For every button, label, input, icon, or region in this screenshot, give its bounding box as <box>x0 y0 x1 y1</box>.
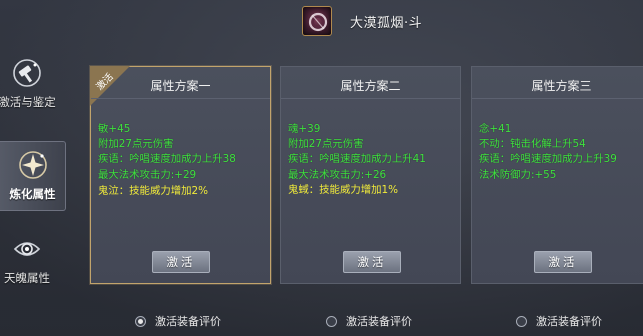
sidebar-item-label: 激活与鉴定 <box>0 95 56 109</box>
attribute-line: 念+41 <box>479 123 512 135</box>
activate-rating-radio-3[interactable]: 激活装备评价 <box>516 313 602 329</box>
activate-rating-radio-1[interactable]: 激活装备评价 <box>135 313 221 329</box>
item-title: 大漠孤烟·斗 <box>350 16 423 31</box>
card-divider <box>472 98 643 99</box>
special-attribute: 鬼蜮：技能威力增加1% <box>288 184 398 196</box>
sidebar-item-refine-attributes[interactable]: 炼化属性 <box>0 141 66 211</box>
attribute-line: 疾语：吟唱速度加成力上升41 <box>288 153 426 166</box>
attribute-list: 魂+39 附加27点元伤害 疾语：吟唱速度加成力上升41 最大法术攻击力:+26 <box>288 122 458 183</box>
card-divider <box>281 98 460 99</box>
attribute-line: 疾语：吟唱速度加成力上升38 <box>98 153 236 166</box>
hammer-icon <box>10 56 44 90</box>
sidebar-item-soul-attributes[interactable]: 天魄属性 <box>0 226 60 296</box>
special-attribute: 鬼泣：技能威力增加2% <box>98 185 208 197</box>
attribute-plan-card-3[interactable]: 属性方案三 念+41 不动：钝击化解上升54 疾语：吟唱速度加成力上升39 法术… <box>471 66 643 284</box>
attribute-plan-card-1[interactable]: 激活 属性方案一 敏+45 附加27点元伤害 疾语：吟唱速度加成力上升38 最大… <box>90 66 271 284</box>
item-header: 大漠孤烟·斗 <box>0 0 643 44</box>
attribute-line: 敏+45 <box>98 123 131 135</box>
attribute-line: 法术防御力:+55 <box>479 168 557 181</box>
attribute-line: 疾语：吟唱速度加成力上升39 <box>479 153 617 166</box>
card-title: 属性方案三 <box>531 79 592 93</box>
attribute-line: 魂+39 <box>288 123 321 135</box>
attribute-line: 最大法术攻击力:+29 <box>98 168 197 181</box>
radio-dot[interactable] <box>135 315 146 327</box>
sidebar-item-label: 炼化属性 <box>9 187 56 201</box>
spirit-eye-icon <box>10 232 44 266</box>
activate-button[interactable]: 激活 <box>534 251 592 273</box>
radio-dot[interactable] <box>516 315 527 327</box>
dark-ring-icon[interactable] <box>302 6 332 36</box>
attribute-line: 附加27点元伤害 <box>98 138 174 151</box>
card-title: 属性方案二 <box>340 79 401 93</box>
activate-button[interactable]: 激活 <box>343 251 401 273</box>
attribute-line: 附加27点元伤害 <box>288 138 364 151</box>
sidebar-item-label: 天魄属性 <box>4 271 50 285</box>
sparkle-icon <box>16 148 50 182</box>
radio-dot[interactable] <box>326 315 337 327</box>
sidebar: 激活与鉴定 炼化属性 天魄属性 <box>0 44 72 294</box>
activate-rating-radio-2[interactable]: 激活装备评价 <box>326 313 412 329</box>
attribute-plan-card-2[interactable]: 属性方案二 魂+39 附加27点元伤害 疾语：吟唱速度加成力上升41 最大法术攻… <box>280 66 461 284</box>
attribute-list: 敏+45 附加27点元伤害 疾语：吟唱速度加成力上升38 最大法术攻击力:+29 <box>98 122 268 183</box>
card-divider <box>91 98 270 99</box>
radio-label: 激活装备评价 <box>155 315 221 328</box>
sidebar-item-activate-identify[interactable]: 激活与鉴定 <box>0 50 60 120</box>
card-title: 属性方案一 <box>150 79 211 93</box>
radio-label: 激活装备评价 <box>536 315 602 328</box>
radio-label: 激活装备评价 <box>346 315 412 328</box>
attribute-list: 念+41 不动：钝击化解上升54 疾语：吟唱速度加成力上升39 法术防御力:+5… <box>479 122 643 183</box>
attribute-line: 不动：钝击化解上升54 <box>479 138 586 151</box>
activate-button[interactable]: 激活 <box>152 251 210 273</box>
